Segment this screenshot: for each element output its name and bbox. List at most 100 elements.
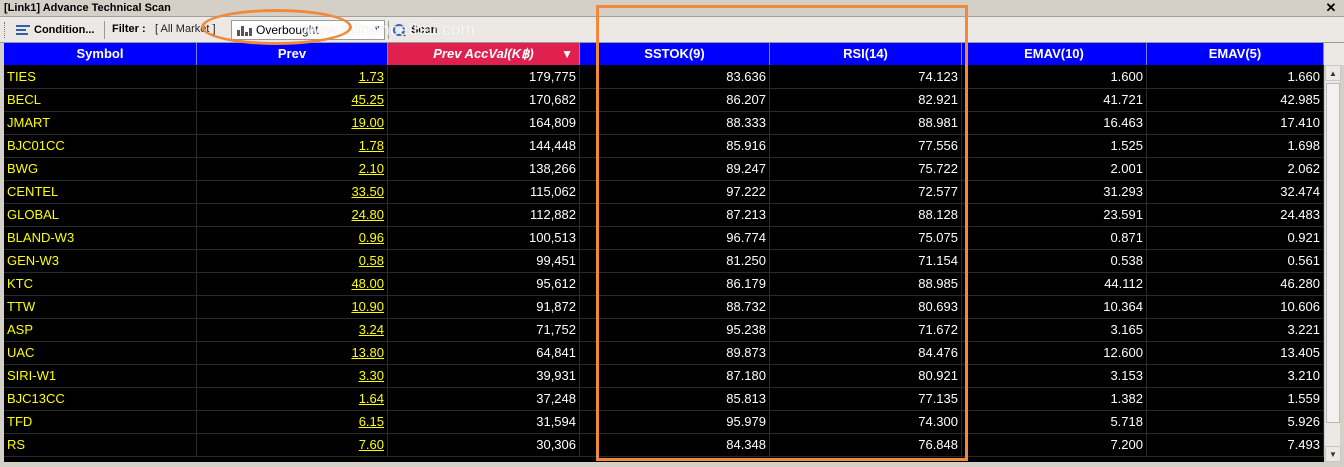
prev-link[interactable]: 13.80 — [197, 342, 388, 365]
symbol-cell[interactable]: BJC01CC — [4, 135, 197, 158]
emav5-cell: 0.921 — [1147, 227, 1324, 250]
prev-link[interactable]: 48.00 — [197, 273, 388, 296]
column-header-symbol[interactable]: Symbol — [4, 43, 197, 65]
emav5-cell: 7.493 — [1147, 434, 1324, 457]
column-header-prev-accval[interactable]: Prev AccVal(K฿) ▼ — [388, 43, 580, 65]
symbol-cell[interactable]: UAC — [4, 342, 197, 365]
prev-link[interactable]: 3.24 — [197, 319, 388, 342]
symbol-cell[interactable]: SIRI-W1 — [4, 365, 197, 388]
prev-link[interactable]: 2.10 — [197, 158, 388, 181]
symbol-cell[interactable]: RS — [4, 434, 197, 457]
close-icon[interactable]: ✕ — [1324, 1, 1338, 15]
accval-cell: 37,248 — [388, 388, 580, 411]
grid-corner — [1324, 43, 1344, 65]
symbol-cell[interactable]: BWG — [4, 158, 197, 181]
emav5-cell: 0.561 — [1147, 250, 1324, 273]
emav5-cell: 3.210 — [1147, 365, 1324, 388]
condition-label: Condition... — [34, 24, 95, 36]
emav5-cell: 42.985 — [1147, 89, 1324, 112]
accval-cell: 170,682 — [388, 89, 580, 112]
accval-cell: 39,931 — [388, 365, 580, 388]
scrollbar-thumb[interactable] — [1326, 83, 1340, 423]
sort-descending-icon: ▼ — [561, 47, 573, 61]
accval-cell: 71,752 — [388, 319, 580, 342]
accval-cell: 64,841 — [388, 342, 580, 365]
symbol-cell[interactable]: TTW — [4, 296, 197, 319]
emav5-cell: 13.405 — [1147, 342, 1324, 365]
symbol-cell[interactable]: GLOBAL — [4, 204, 197, 227]
prev-link[interactable]: 1.73 — [197, 66, 388, 89]
column-header-prev[interactable]: Prev — [197, 43, 388, 65]
prev-link[interactable]: 6.15 — [197, 411, 388, 434]
emav10-cell: 44.112 — [962, 273, 1147, 296]
prev-link[interactable]: 45.25 — [197, 89, 388, 112]
emav10-cell: 41.721 — [962, 89, 1147, 112]
prev-link[interactable]: 33.50 — [197, 181, 388, 204]
window-bottom-border — [0, 462, 1344, 467]
column-header-label: Prev AccVal(K฿) — [433, 46, 534, 61]
window-title: [Link1] Advance Technical Scan — [4, 2, 171, 14]
accval-cell: 31,594 — [388, 411, 580, 434]
symbol-cell[interactable]: JMART — [4, 112, 197, 135]
scroll-up-icon[interactable]: ▲ — [1325, 65, 1341, 81]
accval-cell: 99,451 — [388, 250, 580, 273]
emav10-cell: 3.153 — [962, 365, 1147, 388]
emav10-cell: 5.718 — [962, 411, 1147, 434]
emav5-cell: 17.410 — [1147, 112, 1324, 135]
emav5-cell: 32.474 — [1147, 181, 1324, 204]
emav10-cell: 7.200 — [962, 434, 1147, 457]
emav10-cell: 2.001 — [962, 158, 1147, 181]
prev-link[interactable]: 19.00 — [197, 112, 388, 135]
symbol-cell[interactable]: TIES — [4, 66, 197, 89]
emav10-cell: 10.364 — [962, 296, 1147, 319]
prev-link[interactable]: 0.58 — [197, 250, 388, 273]
filter-label: Filter : — [112, 23, 146, 35]
vertical-scrollbar[interactable]: ▲ ▼ — [1324, 65, 1341, 462]
prev-link[interactable]: 0.96 — [197, 227, 388, 250]
emav10-cell: 16.463 — [962, 112, 1147, 135]
accval-cell: 138,266 — [388, 158, 580, 181]
emav5-cell: 46.280 — [1147, 273, 1324, 296]
symbol-cell[interactable]: BJC13CC — [4, 388, 197, 411]
scroll-down-icon[interactable]: ▼ — [1325, 446, 1341, 462]
emav10-cell: 23.591 — [962, 204, 1147, 227]
highlight-ellipse — [201, 9, 352, 45]
prev-link[interactable]: 1.64 — [197, 388, 388, 411]
condition-button[interactable]: Condition... — [16, 20, 94, 40]
emav5-cell: 3.221 — [1147, 319, 1324, 342]
emav10-cell: 0.538 — [962, 250, 1147, 273]
highlight-rectangle — [596, 5, 968, 461]
prev-link[interactable]: 10.90 — [197, 296, 388, 319]
symbol-cell[interactable]: CENTEL — [4, 181, 197, 204]
symbol-cell[interactable]: BECL — [4, 89, 197, 112]
symbol-cell[interactable]: BLAND-W3 — [4, 227, 197, 250]
condition-icon — [16, 24, 30, 36]
toolbar-grip[interactable] — [4, 22, 8, 38]
accval-cell: 179,775 — [388, 66, 580, 89]
accval-cell: 95,612 — [388, 273, 580, 296]
prev-link[interactable]: 7.60 — [197, 434, 388, 457]
toolbar-separator — [104, 21, 105, 39]
emav10-cell: 12.600 — [962, 342, 1147, 365]
accval-cell: 30,306 — [388, 434, 580, 457]
symbol-cell[interactable]: KTC — [4, 273, 197, 296]
emav5-cell: 2.062 — [1147, 158, 1324, 181]
column-header-emav5[interactable]: EMAV(5) — [1147, 43, 1324, 65]
prev-link[interactable]: 24.80 — [197, 204, 388, 227]
emav5-cell: 10.606 — [1147, 296, 1324, 319]
prev-link[interactable]: 3.30 — [197, 365, 388, 388]
emav5-cell: 1.698 — [1147, 135, 1324, 158]
emav10-cell: 1.525 — [962, 135, 1147, 158]
accval-cell: 115,062 — [388, 181, 580, 204]
symbol-cell[interactable]: ASP — [4, 319, 197, 342]
emav10-cell: 3.165 — [962, 319, 1147, 342]
accval-cell: 164,809 — [388, 112, 580, 135]
column-header-emav10[interactable]: EMAV(10) — [962, 43, 1147, 65]
prev-link[interactable]: 1.78 — [197, 135, 388, 158]
accval-cell: 112,882 — [388, 204, 580, 227]
emav5-cell: 5.926 — [1147, 411, 1324, 434]
emav5-cell: 24.483 — [1147, 204, 1324, 227]
symbol-cell[interactable]: GEN-W3 — [4, 250, 197, 273]
accval-cell: 144,448 — [388, 135, 580, 158]
symbol-cell[interactable]: TFD — [4, 411, 197, 434]
